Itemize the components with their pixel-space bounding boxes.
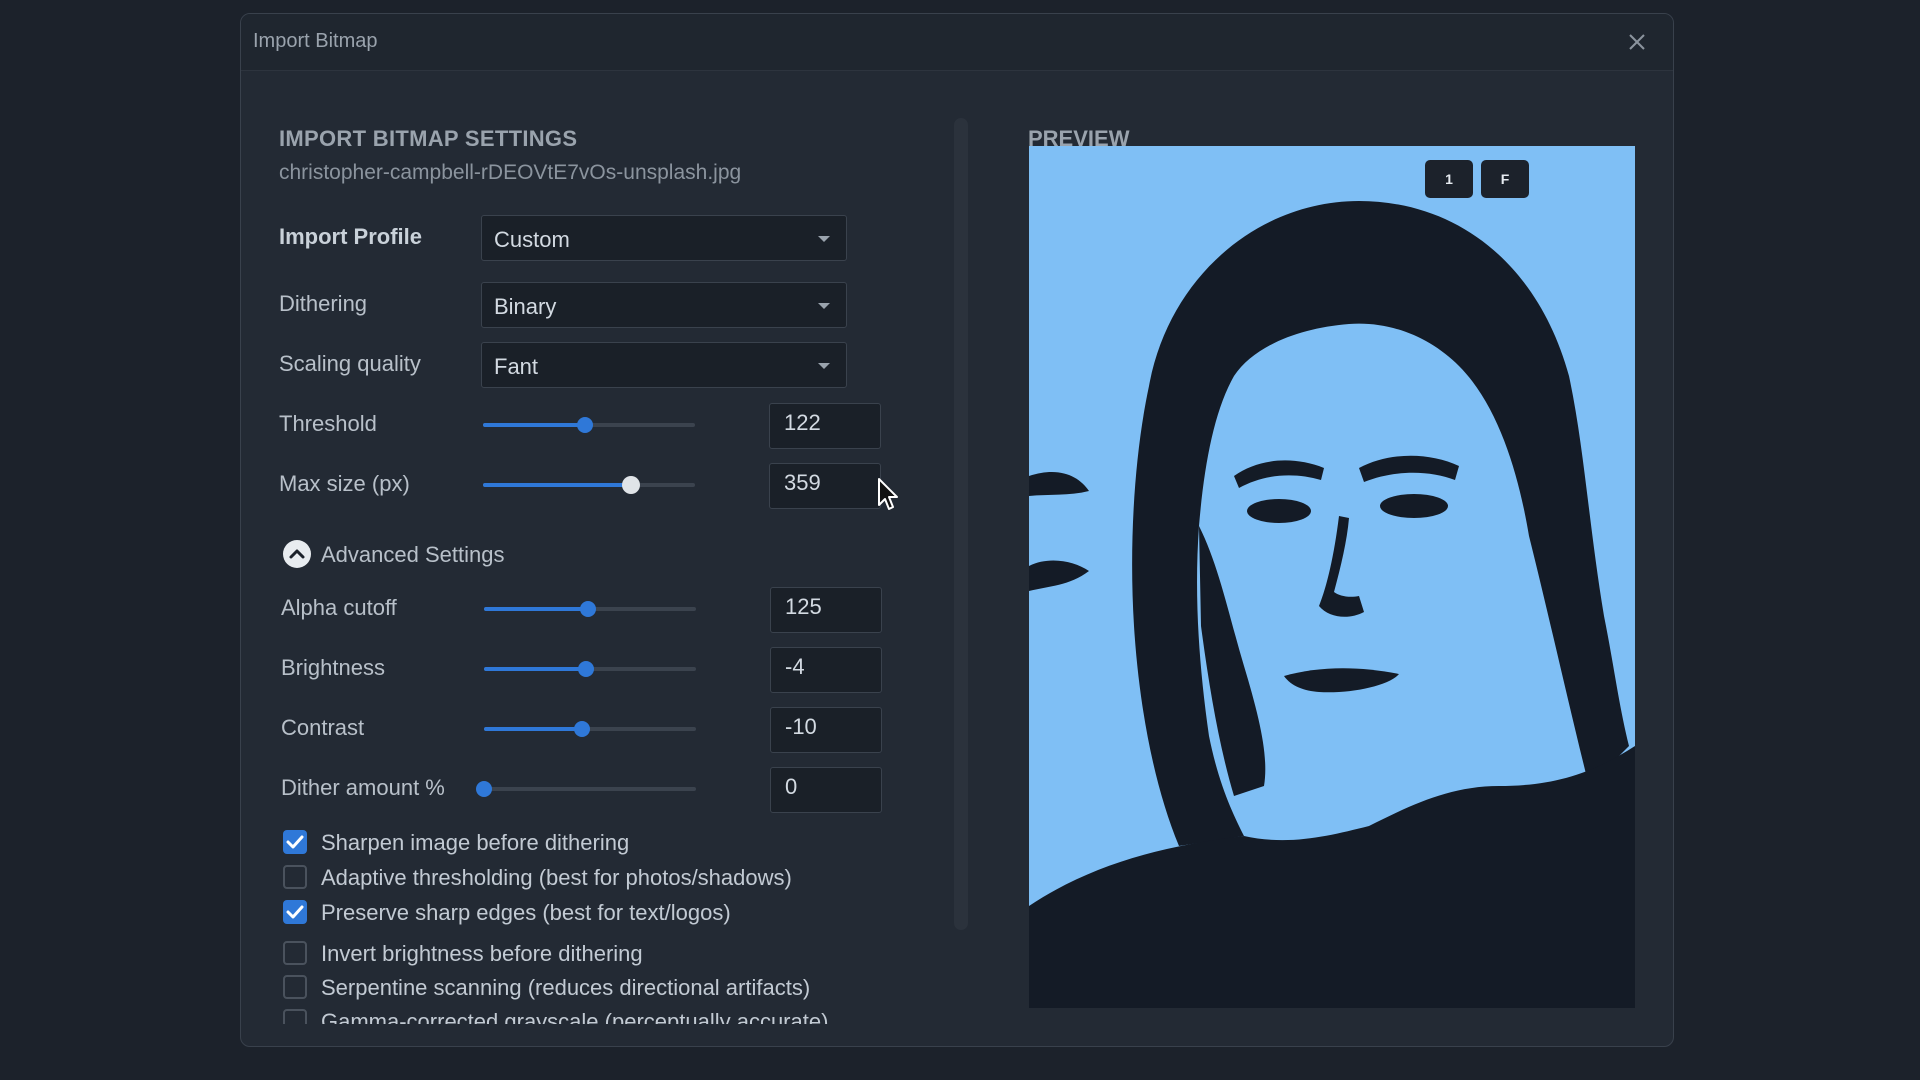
option-label: Gamma-corrected grayscale (perceptually … xyxy=(321,1009,829,1024)
threshold-label: Threshold xyxy=(279,411,377,436)
brightness-slider[interactable] xyxy=(484,659,696,679)
slider-fill xyxy=(484,607,588,611)
fit-button[interactable]: F xyxy=(1481,160,1529,198)
checkbox[interactable] xyxy=(283,865,307,889)
slider-thumb[interactable] xyxy=(573,721,590,737)
slider-thumb[interactable] xyxy=(576,417,593,433)
max-size-slider[interactable] xyxy=(483,475,695,495)
contrast-label: Contrast xyxy=(281,715,365,740)
option-label: Serpentine scanning (reduces directional… xyxy=(321,975,811,1000)
advanced-settings-label: Advanced Settings xyxy=(321,542,505,567)
import-profile-dropdown[interactable]: Custom xyxy=(481,215,847,261)
file-name: christopher-campbell-rDEOVtE7vOs-unsplas… xyxy=(279,161,742,184)
option-preserve-edges[interactable]: Preserve sharp edges (best for text/logo… xyxy=(279,898,919,928)
option-adaptive-thresholding[interactable]: Adaptive thresholding (best for photos/s… xyxy=(279,863,919,893)
import-profile-value: Custom xyxy=(494,227,570,252)
settings-panel: IMPORT BITMAP SETTINGS christopher-campb… xyxy=(279,70,959,1024)
scaling-quality-dropdown[interactable]: Fant xyxy=(481,342,847,388)
dither-amount-slider[interactable] xyxy=(476,779,696,799)
slider-fill xyxy=(484,727,582,731)
mouse-cursor-icon xyxy=(878,478,898,510)
checkbox[interactable] xyxy=(283,900,307,924)
import-bitmap-dialog: Import Bitmap IMPORT BITMAP SETTINGS chr… xyxy=(240,13,1674,1047)
slider-thumb[interactable] xyxy=(622,476,641,494)
checkbox[interactable] xyxy=(283,975,307,999)
title-bar: Import Bitmap xyxy=(241,14,1673,71)
slider-track xyxy=(484,787,696,791)
zoom-1x-label: 1 xyxy=(1445,171,1453,187)
contrast-input[interactable]: -10 xyxy=(770,707,882,753)
option-sharpen[interactable]: Sharpen image before dithering xyxy=(279,828,919,858)
option-label: Sharpen image before dithering xyxy=(321,830,630,855)
slider-fill xyxy=(483,423,585,427)
close-button[interactable] xyxy=(1623,28,1651,56)
threshold-value: 122 xyxy=(784,410,821,435)
option-label: Invert brightness before dithering xyxy=(321,941,643,966)
chevron-down-icon xyxy=(818,236,830,242)
section-title: IMPORT BITMAP SETTINGS xyxy=(279,126,578,151)
fit-label: F xyxy=(1500,171,1510,187)
alpha-cutoff-input[interactable]: 125 xyxy=(770,587,882,633)
threshold-input[interactable]: 122 xyxy=(769,403,881,449)
zoom-1x-button[interactable]: 1 xyxy=(1425,160,1473,198)
max-size-label: Max size (px) xyxy=(279,471,410,496)
slider-thumb[interactable] xyxy=(579,601,596,617)
contrast-slider[interactable] xyxy=(484,719,696,739)
chevron-down-icon xyxy=(818,303,830,309)
option-invert-brightness[interactable]: Invert brightness before dithering xyxy=(279,939,919,969)
dithering-dropdown[interactable]: Binary xyxy=(481,282,847,328)
alpha-cutoff-label: Alpha cutoff xyxy=(281,595,397,620)
scaling-quality-label: Scaling quality xyxy=(279,351,421,376)
dithering-label: Dithering xyxy=(279,291,368,316)
dithering-value: Binary xyxy=(494,294,557,319)
option-label: Preserve sharp edges (best for text/logo… xyxy=(321,900,731,925)
checkbox[interactable] xyxy=(283,941,307,965)
checkmark-icon xyxy=(286,905,304,919)
option-label: Adaptive thresholding (best for photos/s… xyxy=(321,865,792,890)
dither-amount-value: 0 xyxy=(785,774,798,799)
alpha-cutoff-value: 125 xyxy=(785,594,822,619)
dithered-portrait xyxy=(1029,201,1635,1008)
scaling-quality-value: Fant xyxy=(494,354,539,379)
checkmark-icon xyxy=(286,835,304,849)
checkbox[interactable] xyxy=(283,830,307,854)
close-icon xyxy=(1629,34,1645,50)
chevron-down-icon xyxy=(818,363,830,369)
option-serpentine-scanning[interactable]: Serpentine scanning (reduces directional… xyxy=(279,973,919,1003)
threshold-slider[interactable] xyxy=(483,415,695,435)
chevron-up-icon xyxy=(283,540,311,568)
window-title: Import Bitmap xyxy=(253,30,378,52)
brightness-value: -4 xyxy=(785,654,805,679)
import-profile-label: Import Profile xyxy=(279,224,423,249)
max-size-input[interactable]: 359 xyxy=(769,463,881,509)
option-gamma-grayscale[interactable]: Gamma-corrected grayscale (perceptually … xyxy=(279,1007,919,1024)
preview-image: 1 F xyxy=(1029,146,1635,1008)
contrast-value: -10 xyxy=(785,714,817,739)
slider-thumb[interactable] xyxy=(577,661,594,677)
panel-scrollbar[interactable] xyxy=(954,118,968,930)
checkbox[interactable] xyxy=(283,1009,307,1024)
dither-amount-input[interactable]: 0 xyxy=(770,767,882,813)
slider-fill xyxy=(484,667,586,671)
alpha-cutoff-slider[interactable] xyxy=(484,599,696,619)
max-size-value: 359 xyxy=(784,470,821,495)
dither-amount-label: Dither amount % xyxy=(281,775,445,800)
slider-thumb[interactable] xyxy=(476,781,492,797)
slider-fill xyxy=(483,483,632,487)
brightness-label: Brightness xyxy=(281,655,385,680)
brightness-input[interactable]: -4 xyxy=(770,647,882,693)
